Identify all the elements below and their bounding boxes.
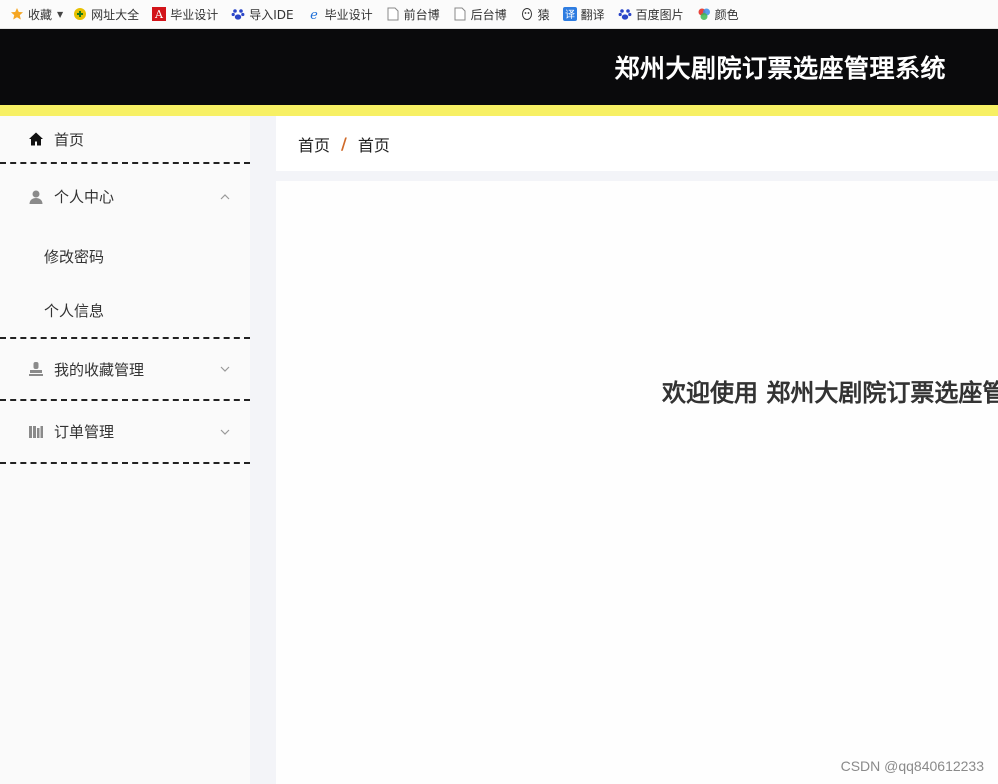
- bookmark-label: 毕业设计: [170, 7, 219, 22]
- caret-down-icon[interactable]: ▼: [57, 10, 63, 19]
- sidebar-gutter: [250, 116, 276, 784]
- bookmark-label: 收藏: [28, 7, 53, 22]
- bookmark-front-blog[interactable]: 前台博: [386, 6, 440, 23]
- monkey-icon: [520, 7, 534, 21]
- breadcrumb-root[interactable]: 首页: [298, 132, 330, 156]
- bookmark-label: 导入IDE: [249, 7, 294, 22]
- bookmark-label: 翻译: [580, 7, 605, 22]
- ie-icon: e: [307, 7, 321, 21]
- sidebar-item-label: 首页: [54, 130, 85, 149]
- accent-bar: [0, 105, 998, 116]
- paw-icon: [231, 7, 245, 21]
- chevron-up-icon: [220, 193, 230, 199]
- svg-text:e: e: [310, 8, 318, 21]
- bookmark-yuan[interactable]: 猿: [520, 6, 550, 23]
- user-icon: [28, 189, 44, 205]
- bookmark-colors[interactable]: 颜色: [697, 6, 739, 23]
- bookmark-site-nav[interactable]: 网址大全: [73, 6, 139, 23]
- books-icon: [28, 424, 44, 440]
- bookmarks-bar: 收藏 ▼ 网址大全 A 毕业设计 导入IDE e 毕业设计 前台博 后台博 猿 …: [0, 0, 998, 29]
- bookmark-label: 百度图片: [635, 7, 684, 22]
- star-icon: [10, 7, 24, 21]
- sidebar-subitem-label: 个人信息: [44, 302, 105, 320]
- bookmark-label: 猿: [537, 7, 550, 22]
- home-icon: [28, 131, 44, 147]
- bookmark-label: 后台博: [470, 7, 507, 22]
- sidebar-item-label: 个人中心: [54, 188, 115, 206]
- breadcrumb-current: 首页: [357, 135, 390, 155]
- sidebar-item-home[interactable]: 首页: [0, 116, 250, 164]
- bookmark-label: 网址大全: [91, 7, 140, 22]
- sidebar-item-label: 我的收藏管理: [54, 360, 145, 379]
- bookmark-label: 毕业设计: [324, 7, 373, 22]
- svg-text:A: A: [154, 8, 164, 21]
- bookmark-label: 前台博: [403, 7, 440, 22]
- bookmark-favorites[interactable]: 收藏: [10, 6, 52, 23]
- site-nav-icon: [73, 7, 87, 21]
- bookmark-import-ide[interactable]: 导入IDE: [231, 6, 294, 23]
- stamp-icon: [28, 361, 44, 377]
- sidebar: 首页 个人中心 修改密码 个人信息 我的收藏管理 订单管理: [0, 116, 250, 784]
- breadcrumb-separator: /: [341, 134, 347, 153]
- bookmark-baidu-images[interactable]: 百度图片: [618, 6, 684, 23]
- main-content: 欢迎使用 郑州大剧院订票选座管理系统: [276, 181, 998, 784]
- bookmark-design-2[interactable]: e 毕业设计: [307, 6, 373, 23]
- sidebar-item-favorites[interactable]: 我的收藏管理: [0, 339, 250, 401]
- bookmark-back-blog[interactable]: 后台博: [453, 6, 507, 23]
- app-header: 郑州大剧院订票选座管理系统: [0, 29, 998, 105]
- welcome-message: 欢迎使用 郑州大剧院订票选座管理系统: [662, 379, 998, 407]
- sidebar-subitem-label: 修改密码: [44, 248, 105, 266]
- bookmark-label: 颜色: [714, 7, 739, 22]
- sidebar-item-label: 订单管理: [54, 423, 115, 441]
- content-divider: [276, 171, 998, 181]
- chevron-down-icon: [220, 429, 230, 435]
- color-icon: [697, 7, 711, 21]
- adobe-icon: A: [152, 7, 167, 21]
- app-title: 郑州大剧院订票选座管理系统: [614, 54, 946, 83]
- sidebar-item-personal[interactable]: 个人中心: [0, 164, 250, 229]
- sidebar-subitem-profile[interactable]: 个人信息: [0, 284, 250, 339]
- watermark: CSDN @qq840612233: [840, 758, 984, 774]
- bookmark-design-1[interactable]: A 毕业设计: [152, 6, 218, 23]
- paw-icon: [618, 7, 632, 21]
- sidebar-item-orders[interactable]: 订单管理: [0, 401, 250, 464]
- bookmark-translate[interactable]: 译 翻译: [562, 6, 605, 23]
- breadcrumb: 首页 / 首页: [276, 116, 998, 171]
- svg-text:译: 译: [565, 9, 575, 21]
- translate-icon: 译: [562, 7, 577, 21]
- page-icon: [386, 7, 400, 21]
- chevron-down-icon: [220, 366, 230, 372]
- sidebar-subitem-change-password[interactable]: 修改密码: [0, 229, 250, 284]
- page-icon: [453, 7, 467, 21]
